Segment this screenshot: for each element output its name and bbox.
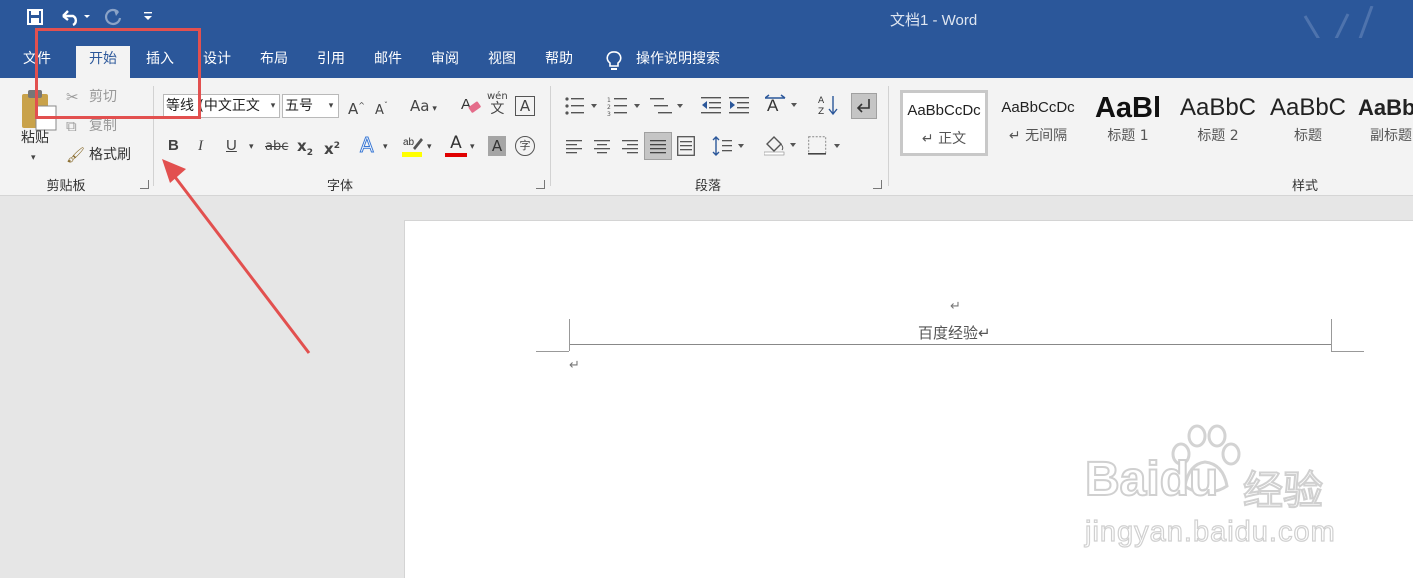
group-divider bbox=[550, 86, 551, 186]
watermark-brand: Baidu bbox=[1084, 452, 1219, 507]
format-painter-icon[interactable]: 🖌 bbox=[66, 145, 85, 165]
svg-text:A: A bbox=[767, 96, 779, 115]
body-paragraph-mark: ↵ bbox=[569, 358, 580, 373]
svg-text:1: 1 bbox=[607, 97, 611, 104]
svg-text:A: A bbox=[818, 96, 825, 106]
change-case-icon[interactable]: Aa ▾ bbox=[410, 96, 437, 119]
font-size-chevron-down-icon[interactable]: ▾ bbox=[325, 96, 337, 116]
customize-icon[interactable] bbox=[143, 8, 153, 28]
justify-button[interactable] bbox=[644, 132, 672, 160]
align-right-icon[interactable] bbox=[622, 138, 638, 158]
character-shading-button[interactable]: A bbox=[488, 136, 506, 156]
align-center-icon[interactable] bbox=[594, 138, 610, 158]
window-title: 文档1 - Word bbox=[890, 12, 978, 29]
style-sample: AaBbCcDc bbox=[1001, 99, 1075, 116]
ribbon-tab-bar: 文件 开始 插入 设计 布局 引用 邮件 审阅 视图 帮助 操作说明搜索 bbox=[0, 38, 1413, 78]
text-effects-button[interactable]: A bbox=[360, 135, 375, 156]
style-sample: AaBbCcDc bbox=[907, 102, 981, 119]
left-margin-corner bbox=[536, 351, 569, 352]
style-normal[interactable]: AaBbCcDc ↵ 正文 bbox=[900, 90, 988, 156]
enclose-characters-button[interactable]: 字 bbox=[515, 136, 535, 156]
left-margin-corner bbox=[569, 319, 570, 351]
shrink-font-icon[interactable]: Aˇ bbox=[375, 96, 388, 121]
multilevel-list-icon[interactable] bbox=[650, 96, 686, 120]
style-heading-1[interactable]: AaBl 标题 1 bbox=[1084, 90, 1172, 156]
style-name: ↵ 正文 bbox=[921, 131, 967, 147]
align-left-icon[interactable] bbox=[566, 138, 582, 158]
paste-label[interactable]: 粘贴 bbox=[21, 128, 49, 148]
svg-text:ab: ab bbox=[403, 137, 415, 148]
style-sample: AaBl bbox=[1094, 92, 1162, 124]
paste-dropdown-icon[interactable]: ▾ bbox=[31, 148, 36, 168]
text-effects-chevron-down-icon[interactable]: ▾ bbox=[383, 137, 388, 157]
style-name: ↵ 无间隔 bbox=[1008, 128, 1068, 144]
header-border-line bbox=[569, 344, 1331, 345]
style-sample: AaBbC bbox=[1179, 94, 1257, 121]
font-name-chevron-down-icon[interactable]: ▾ bbox=[267, 96, 279, 116]
style-sample: AaBb bbox=[1358, 95, 1413, 120]
style-name: 标题 1 bbox=[1107, 128, 1149, 144]
annotation-arrow-icon bbox=[162, 159, 311, 354]
character-border-icon[interactable]: A bbox=[515, 96, 535, 116]
right-margin-corner bbox=[1331, 319, 1332, 351]
copy-button[interactable]: 复制 bbox=[89, 116, 117, 136]
grow-font-icon[interactable]: A^ bbox=[348, 96, 365, 119]
lightbulb-icon bbox=[604, 50, 624, 76]
group-divider bbox=[888, 86, 889, 186]
tab-help[interactable]: 帮助 bbox=[536, 46, 582, 78]
clear-formatting-icon[interactable]: A bbox=[460, 94, 482, 121]
style-heading-2[interactable]: AaBbC 标题 2 bbox=[1174, 90, 1262, 156]
annotation-highlight-box bbox=[35, 28, 201, 119]
style-name: 标题 bbox=[1294, 128, 1322, 144]
copy-icon[interactable]: ⧉ bbox=[66, 116, 77, 136]
watermark-url: jingyan.baidu.com bbox=[1084, 515, 1336, 548]
chinese-layout-icon[interactable]: A bbox=[764, 94, 801, 120]
font-launcher-icon[interactable] bbox=[536, 180, 545, 189]
tab-view[interactable]: 视图 bbox=[479, 46, 525, 78]
tab-references[interactable]: 引用 bbox=[308, 46, 354, 78]
header-text[interactable]: 百度经验↵ bbox=[918, 322, 991, 343]
style-sample: AaBbC bbox=[1269, 94, 1347, 121]
watermark-brand-cn: 经验 bbox=[1242, 468, 1324, 514]
clipboard-group-label: 剪贴板 bbox=[46, 179, 86, 194]
right-margin-corner bbox=[1331, 351, 1364, 352]
clipboard-launcher-icon[interactable] bbox=[140, 180, 149, 189]
borders-icon[interactable] bbox=[808, 136, 844, 160]
style-title[interactable]: AaBbC 标题 bbox=[1264, 90, 1352, 156]
distributed-icon[interactable] bbox=[677, 136, 695, 160]
svg-text:Z: Z bbox=[818, 107, 824, 116]
format-painter-button[interactable]: 格式刷 bbox=[89, 145, 131, 165]
numbering-icon[interactable]: 123 bbox=[607, 96, 643, 120]
decrease-indent-icon[interactable] bbox=[701, 96, 721, 120]
increase-indent-icon[interactable] bbox=[729, 96, 749, 120]
svg-text:A: A bbox=[461, 96, 471, 113]
font-size-value: 五号 bbox=[285, 98, 313, 114]
svg-text:3: 3 bbox=[607, 111, 611, 116]
line-spacing-icon[interactable] bbox=[712, 136, 748, 160]
svg-text:2: 2 bbox=[607, 104, 611, 111]
highlight-icon[interactable]: ab bbox=[401, 134, 425, 162]
styles-group-label: 样式 bbox=[1291, 179, 1318, 194]
font-color-chevron-down-icon[interactable]: ▾ bbox=[470, 137, 475, 157]
title-bar: 文档1 - Word bbox=[0, 0, 1413, 67]
paragraph-launcher-icon[interactable] bbox=[873, 180, 882, 189]
bullets-icon[interactable] bbox=[564, 96, 600, 120]
highlight-chevron-down-icon[interactable]: ▾ bbox=[427, 137, 432, 157]
shading-icon[interactable] bbox=[763, 134, 800, 160]
style-name: 标题 2 bbox=[1197, 128, 1239, 144]
tab-layout[interactable]: 布局 bbox=[251, 46, 297, 78]
style-no-spacing[interactable]: AaBbCcDc ↵ 无间隔 bbox=[994, 90, 1082, 156]
superscript-button[interactable]: x2 bbox=[324, 136, 340, 159]
header-paragraph-mark: ↵ bbox=[950, 299, 961, 314]
phonetic-guide-icon[interactable]: wén 文 bbox=[487, 91, 508, 117]
sort-icon[interactable]: AZ bbox=[818, 94, 838, 120]
paragraph-group-label: 段落 bbox=[694, 179, 721, 194]
tab-review[interactable]: 审阅 bbox=[422, 46, 468, 78]
style-subtitle[interactable]: AaBb 副标题 bbox=[1354, 90, 1413, 156]
tab-mailings[interactable]: 邮件 bbox=[365, 46, 411, 78]
style-name: 副标题 bbox=[1370, 128, 1412, 144]
show-marks-button[interactable] bbox=[851, 93, 877, 119]
tell-me-search[interactable]: 操作说明搜索 bbox=[636, 46, 730, 78]
font-color-button[interactable]: A bbox=[445, 134, 467, 157]
